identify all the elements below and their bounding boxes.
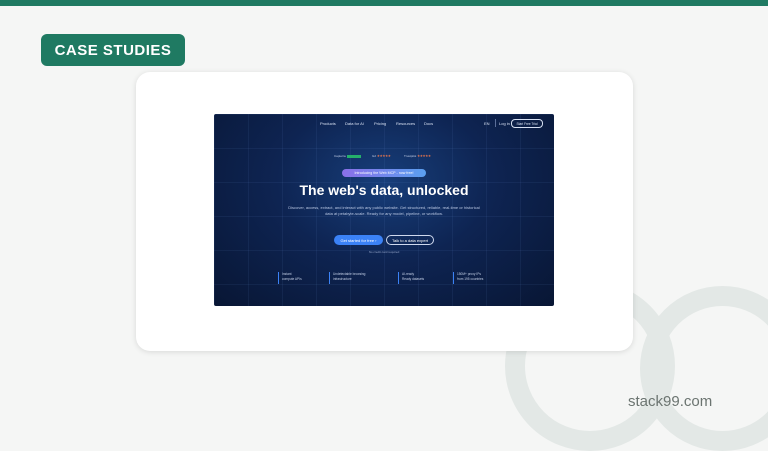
feature-line: from 195 countries (457, 276, 484, 281)
nav-item-docs[interactable]: Docs (424, 121, 433, 126)
nav-divider (495, 119, 496, 127)
rating-trustpilot: Trustpilot ★★★★★ (404, 154, 431, 158)
feature-line: infrastructure (333, 276, 352, 281)
feature-line: compute APIs (282, 276, 302, 281)
feature-item: 150M+ proxy IPs from 195 countries (453, 272, 483, 284)
capterra-rating-bar (346, 154, 361, 158)
feature-list: Instant compute APIs Undetectable browsi… (278, 272, 508, 286)
ratings-row: Capterra G2 ★★★★★ Trustpilot ★★★★★ (214, 154, 554, 160)
feature-item: Undetectable browsing infrastructure (329, 272, 365, 284)
nav-item-data-for-ai[interactable]: Data for AI (345, 121, 364, 126)
feature-line: Ready datasets (402, 276, 425, 281)
language-selector[interactable]: EN (484, 121, 490, 126)
decorative-ring-right (640, 286, 768, 451)
case-studies-badge: CASE STUDIES (41, 34, 185, 66)
nav-item-products[interactable]: Products (320, 121, 336, 126)
rating-trustpilot-stars: ★★★★★ (417, 154, 431, 158)
site-nav: Products Data for AI Pricing Resources D… (214, 119, 554, 129)
start-free-trial-button[interactable]: Start Free Trial (511, 119, 543, 128)
rating-g2-stars: ★★★★★ (376, 154, 391, 158)
feature-line: Undetectable browsing (333, 272, 366, 276)
brand-watermark: stack99.com (628, 393, 713, 410)
rating-capterra: Capterra (334, 154, 361, 158)
rating-g2: G2 ★★★★★ (372, 154, 391, 158)
login-link[interactable]: Log in (499, 121, 510, 126)
top-accent-bar (0, 0, 768, 6)
rating-g2-label: G2 (372, 154, 377, 158)
get-started-button[interactable]: Get started for free › (334, 235, 383, 245)
hero-headline: The web's data, unlocked (299, 182, 469, 198)
rating-capterra-label: Capterra (334, 154, 346, 158)
feature-line: 150M+ proxy IPs (457, 272, 482, 276)
hero-subtitle: Discover, access, extract, and interact … (288, 205, 480, 216)
nav-item-pricing[interactable]: Pricing (374, 121, 386, 126)
feature-item: Instant compute APIs (278, 272, 302, 284)
announcement-pill[interactable]: Introducing the Web MCP - now free! (342, 169, 426, 177)
feature-item: AI-ready Ready datasets (398, 272, 424, 284)
talk-to-expert-button[interactable]: Talk to a data expert (386, 235, 434, 245)
rating-trustpilot-label: Trustpilot (404, 154, 417, 158)
no-credit-card-note: No credit card required (368, 250, 400, 254)
website-screenshot: Products Data for AI Pricing Resources D… (214, 114, 554, 306)
nav-item-resources[interactable]: Resources (396, 121, 415, 126)
